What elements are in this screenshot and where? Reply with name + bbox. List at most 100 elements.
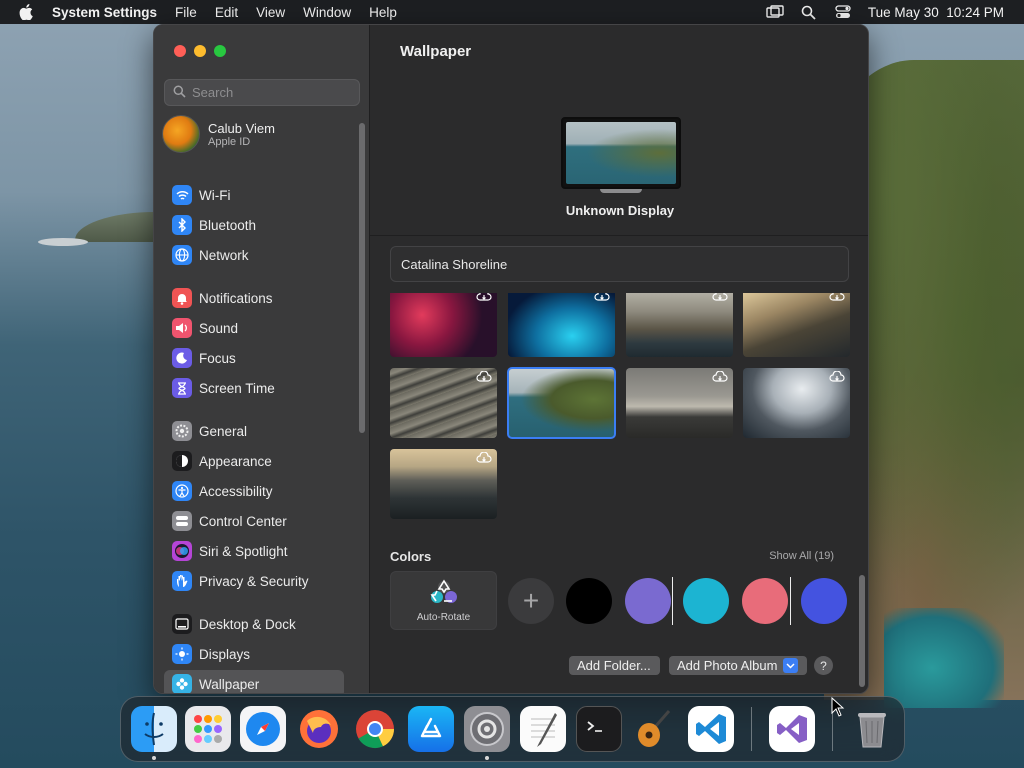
dock-system-settings[interactable] [464,706,510,752]
running-indicator [152,756,156,760]
wallpaper-thumb-9[interactable] [390,449,497,519]
sidebar-scrollbar[interactable] [359,123,365,433]
sidebar-item-wallpaper[interactable]: Wallpaper [164,670,344,693]
toggles-icon [172,511,192,531]
add-photo-album-button[interactable]: Add Photo Album [669,656,807,675]
menu-window[interactable]: Window [303,5,351,20]
gear-icon [172,421,192,441]
dock-trash[interactable] [849,706,895,752]
sidebar-item-displays[interactable]: Displays [164,640,344,668]
auto-rotate-tile[interactable]: Auto-Rotate [390,571,497,630]
sidebar-item-network[interactable]: Network [164,241,344,269]
auto-rotate-label: Auto-Rotate [416,611,471,623]
menu-edit[interactable]: Edit [215,5,238,20]
sidebar-item-label: Network [199,247,249,263]
color-swatch-pink[interactable] [742,578,788,624]
dock-textedit[interactable] [520,706,566,752]
cloud-download-icon [829,293,845,302]
color-swatch-cyan[interactable] [683,578,729,624]
dock-vscode[interactable] [688,706,734,752]
sidebar-item-notifications[interactable]: Notifications [164,284,344,312]
colors-heading: Colors [390,549,432,564]
dock-app-store[interactable] [408,706,454,752]
dock-launchpad[interactable] [185,706,231,752]
wallpaper-thumb-7[interactable] [626,368,733,438]
mouse-cursor-icon [831,697,845,717]
sidebar-item-label: Bluetooth [199,217,257,233]
dock-safari[interactable] [240,706,286,752]
menu-view[interactable]: View [256,5,285,20]
wallpaper-thumb-5[interactable] [390,368,497,438]
recycle-icon [428,578,460,608]
search-input[interactable] [192,85,352,100]
menu-file[interactable]: File [175,5,197,20]
menu-app-name[interactable]: System Settings [52,5,157,20]
globe-icon [172,245,192,265]
sidebar-item-focus[interactable]: Focus [164,344,344,372]
cloud-download-icon [829,371,845,383]
wallpaper-grid [390,293,852,521]
add-color-button[interactable]: + [508,578,554,624]
color-swatch-purple[interactable] [625,578,671,624]
sidebar-item-control-center[interactable]: Control Center [164,507,344,535]
cloud-download-icon [476,371,492,383]
sidebar-item-screen-time[interactable]: Screen Time [164,374,344,402]
zoom-button[interactable] [214,45,226,57]
cloud-download-icon [712,371,728,383]
dock-chrome[interactable] [352,706,398,752]
page-title: Wallpaper [400,43,472,60]
search-icon [173,85,186,101]
sidebar-item-desktop-and-dock[interactable]: Desktop & Dock [164,610,344,638]
dock-terminal[interactable] [576,706,622,752]
speaker-icon [172,318,192,338]
apple-id-account[interactable]: Calub Viem Apple ID [162,115,275,153]
color-swatch-blue[interactable] [801,578,847,624]
content-scrollbar[interactable] [859,575,865,687]
sidebar-item-siri-and-spotlight[interactable]: Siri & Spotlight [164,537,344,565]
screen-mirroring-icon[interactable] [766,3,784,21]
cloud-download-icon [594,293,610,302]
dock-firefox[interactable] [296,706,342,752]
menu-clock[interactable]: Tue May 30 10:24 PM [868,5,1004,20]
help-button[interactable]: ? [814,656,833,675]
sidebar-item-label: Appearance [199,453,272,469]
control-center-icon[interactable] [834,3,852,21]
dock-garageband[interactable] [632,706,678,752]
bluetooth-icon [172,215,192,235]
textedit-pen-icon [531,713,557,747]
sidebar-item-general[interactable]: General [164,417,344,445]
spotlight-search-icon[interactable] [800,3,818,21]
sidebar-item-appearance[interactable]: Appearance [164,447,344,475]
apple-menu-icon[interactable] [18,4,34,20]
add-folder-button[interactable]: Add Folder... [569,656,660,675]
safari-compass-icon [246,712,280,746]
dock-finder[interactable] [131,706,177,752]
sidebar-item-sound[interactable]: Sound [164,314,344,342]
wallpaper-thumb-1[interactable] [390,293,497,357]
wallpaper-thumb-3[interactable] [626,293,733,357]
show-all-link[interactable]: Show All (19) [769,550,834,562]
sidebar-item-wi-fi[interactable]: Wi-Fi [164,181,344,209]
color-swatch-black[interactable] [566,578,612,624]
swatch-divider [790,577,791,625]
wifi-icon [172,185,192,205]
sidebar-item-privacy-and-security[interactable]: Privacy & Security [164,567,344,595]
cloud-download-icon [476,293,492,302]
wallpaper-thumb-2[interactable] [508,293,615,357]
wallpaper-thumb-8[interactable] [743,368,850,438]
firefox-icon [300,710,338,748]
display-stand [600,189,642,193]
wallpaper-name-field[interactable]: Catalina Shoreline [390,246,849,282]
dock-visual-studio[interactable] [769,706,815,752]
add-folder-label: Add Folder... [577,658,651,673]
menu-help[interactable]: Help [369,5,397,20]
wallpaper-thumb-catalina-shoreline[interactable] [507,367,616,439]
minimize-button[interactable] [194,45,206,57]
menu-bar: System Settings File Edit View Window He… [0,0,1024,24]
close-button[interactable] [174,45,186,57]
sidebar-search[interactable] [164,79,360,106]
sidebar-item-accessibility[interactable]: Accessibility [164,477,344,505]
wallpaper-cove [884,608,1004,708]
sidebar-item-bluetooth[interactable]: Bluetooth [164,211,344,239]
wallpaper-thumb-4[interactable] [743,293,850,357]
